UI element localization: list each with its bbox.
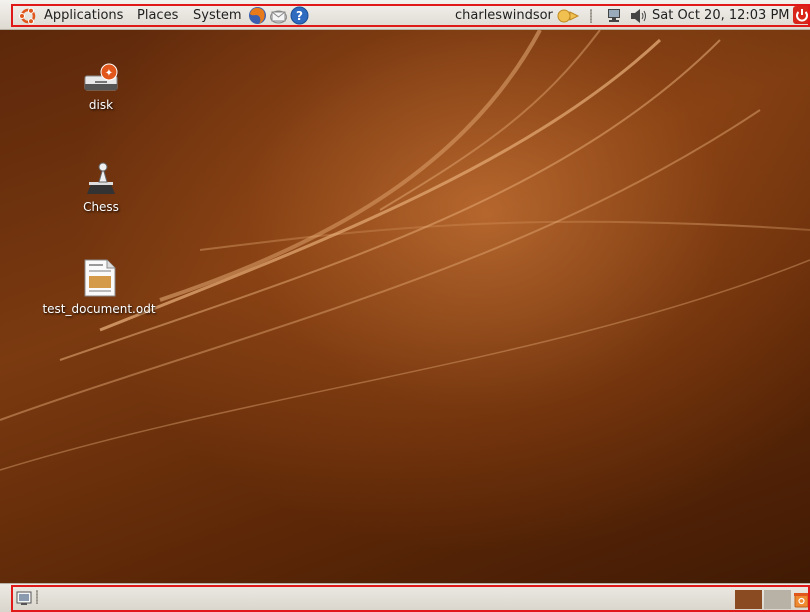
desktop-icon-disk[interactable]: ✦ disk xyxy=(51,62,151,112)
menu-places[interactable]: Places xyxy=(137,8,178,24)
workspace-2[interactable] xyxy=(764,590,791,609)
drive-icon: ✦ xyxy=(84,63,118,91)
volume-icon[interactable] xyxy=(630,8,648,24)
menu-applications[interactable]: Applications xyxy=(44,8,123,24)
trash-icon[interactable] xyxy=(793,591,810,608)
bottom-panel-highlight xyxy=(11,585,810,612)
desktop-icon-test-document[interactable]: test_document.odt xyxy=(34,258,164,316)
show-desktop-icon[interactable] xyxy=(16,590,32,606)
menu-system[interactable]: System xyxy=(193,8,241,24)
ubuntu-logo-icon[interactable] xyxy=(19,7,37,25)
clock[interactable]: Sat Oct 20, 12:03 PM xyxy=(652,8,790,23)
svg-text:?: ? xyxy=(296,9,303,23)
top-panel: Applications Places System ? charleswind… xyxy=(0,0,810,30)
panel-separator xyxy=(590,9,592,23)
shutdown-icon[interactable] xyxy=(793,6,810,24)
desktop[interactable]: ✦ disk Chess test_document.odt xyxy=(0,0,810,612)
help-icon[interactable]: ? xyxy=(290,6,309,25)
workspace-1[interactable] xyxy=(735,590,762,609)
user-name[interactable]: charleswindsor xyxy=(455,8,553,23)
desktop-icon-label: disk xyxy=(88,98,114,112)
firefox-icon[interactable] xyxy=(248,6,267,25)
bottom-panel xyxy=(0,583,810,612)
user-switch-icon[interactable] xyxy=(556,8,582,24)
svg-text:✦: ✦ xyxy=(105,68,113,79)
desktop-icon-label: test_document.odt xyxy=(42,302,156,316)
panel-separator xyxy=(36,590,38,604)
desktop-icon-chess[interactable]: Chess xyxy=(51,160,151,214)
document-icon xyxy=(84,259,116,297)
chess-icon xyxy=(87,162,115,194)
network-icon[interactable] xyxy=(606,8,622,24)
mail-icon[interactable] xyxy=(269,6,288,25)
desktop-icon-label: Chess xyxy=(83,200,119,214)
